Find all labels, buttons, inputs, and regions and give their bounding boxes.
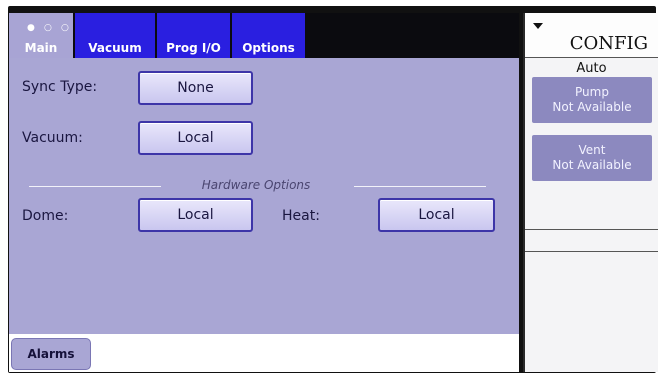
dome-label: Dome: (22, 208, 69, 224)
main-panel: Sync Type: None Vacuum: Local Hardware O… (9, 58, 519, 334)
config-divider-2 (525, 251, 658, 252)
config-title: CONFIG (569, 33, 648, 54)
heat-button[interactable]: Local (378, 198, 495, 232)
tab-options-label: Options (242, 41, 295, 55)
tab-options[interactable]: Options (232, 13, 307, 58)
divider-left (29, 186, 161, 187)
tab-bar: ● ○ ○ Main Vacuum Prog I/O Options (9, 13, 519, 58)
bottom-bar: Alarms (9, 334, 519, 372)
heat-label: Heat: (282, 208, 320, 224)
sync-type-button[interactable]: None (138, 71, 253, 105)
vacuum-button[interactable]: Local (138, 121, 253, 155)
dropdown-caret-icon (533, 23, 543, 29)
tab-main-label: Main (24, 41, 58, 55)
config-sidebar: CONFIG Auto Pump Not Available Vent Not … (523, 13, 658, 372)
pump-button[interactable]: Pump Not Available (532, 77, 652, 123)
divider-right (354, 186, 486, 187)
tab-vacuum-label: Vacuum (88, 41, 142, 55)
dome-button[interactable]: Local (138, 198, 253, 232)
vent-button[interactable]: Vent Not Available (532, 135, 652, 181)
hardware-options-title: Hardware Options (201, 178, 311, 192)
vent-status: Not Available (552, 158, 632, 172)
pump-status: Not Available (552, 100, 632, 114)
tab-main[interactable]: ● ○ ○ Main (9, 13, 75, 58)
vent-title: Vent (578, 143, 606, 157)
config-divider-1 (525, 229, 658, 230)
tab-prog-io[interactable]: Prog I/O (157, 13, 232, 58)
tab-prog-io-label: Prog I/O (166, 41, 221, 55)
config-header[interactable]: CONFIG (525, 13, 658, 57)
config-header-divider (525, 57, 658, 58)
sync-type-label: Sync Type: (22, 79, 98, 95)
vacuum-label: Vacuum: (22, 130, 83, 146)
page-indicator-dots: ● ○ ○ (27, 23, 72, 33)
mode-label: Auto (576, 61, 607, 76)
pump-title: Pump (575, 85, 609, 99)
tab-vacuum[interactable]: Vacuum (75, 13, 157, 58)
alarms-button[interactable]: Alarms (11, 338, 91, 370)
